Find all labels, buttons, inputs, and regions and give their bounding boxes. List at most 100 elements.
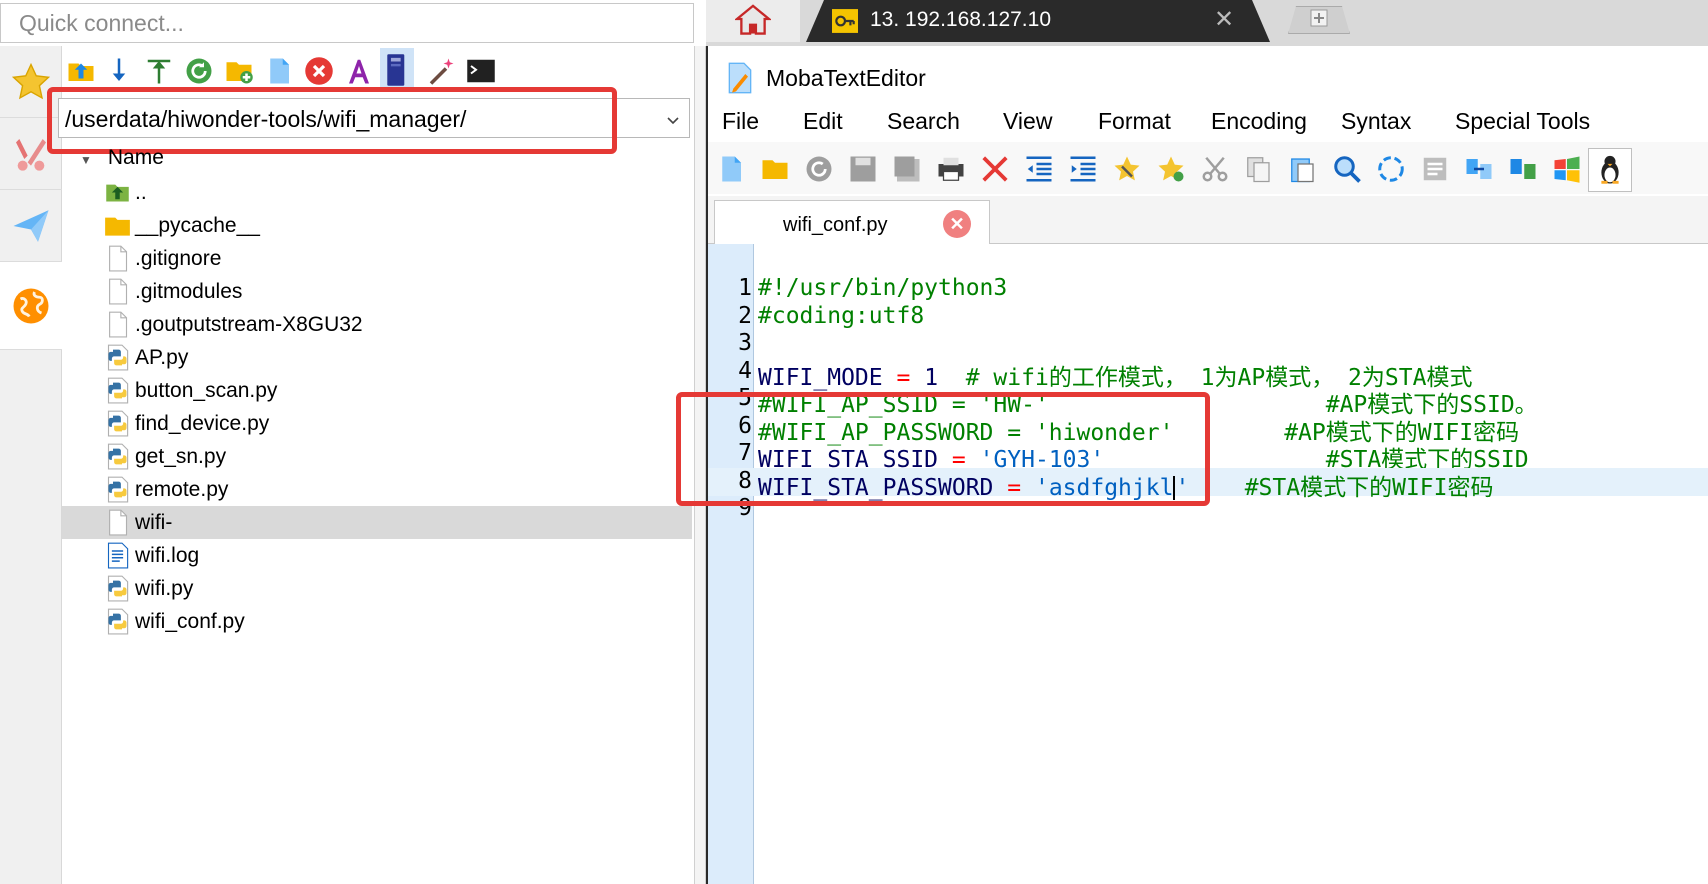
reload-icon[interactable] (802, 152, 836, 186)
python-file-icon (104, 377, 131, 404)
file-row[interactable]: .. (62, 176, 692, 209)
linux-line-endings-icon[interactable] (1588, 148, 1632, 192)
new-tab-button[interactable] (1288, 6, 1350, 34)
code-editor[interactable]: 1 #!/usr/bin/python3 2 #coding:utf8 3 4 WIFI_M… (708, 244, 1708, 884)
file-icon (104, 278, 131, 305)
name-column-label: Name (107, 146, 164, 169)
parent-folder-icon[interactable] (64, 54, 98, 88)
indent-icon[interactable] (1066, 152, 1100, 186)
file-row[interactable]: find_device.py (62, 407, 692, 440)
menu-search[interactable]: Search (887, 108, 960, 135)
code-line[interactable]: 1 #!/usr/bin/python3 (708, 275, 1708, 303)
print-icon[interactable] (934, 152, 968, 186)
folder-icon (104, 212, 131, 239)
code-line[interactable]: 2 #coding:utf8 (708, 303, 1708, 331)
menu-encoding[interactable]: Encoding (1211, 108, 1307, 135)
replace-icon[interactable] (1374, 152, 1408, 186)
collapse-caret-icon: ▼ (80, 153, 92, 167)
refresh-icon[interactable] (182, 54, 216, 88)
code-token: #coding:utf8 (758, 302, 925, 329)
merge-icon[interactable] (1506, 152, 1540, 186)
file-name: __pycache__ (135, 214, 260, 237)
file-row[interactable]: wifi.log (62, 539, 692, 572)
side-strip (0, 46, 62, 884)
compare-icon[interactable] (1462, 152, 1496, 186)
chevron-down-icon[interactable] (665, 107, 681, 134)
menu-view[interactable]: View (1003, 108, 1052, 135)
copy-icon[interactable] (1242, 152, 1276, 186)
python-file-icon (104, 608, 131, 635)
file-row[interactable]: .gitmodules (62, 275, 692, 308)
file-row[interactable]: get_sn.py (62, 440, 692, 473)
name-column-header[interactable]: ▼ Name (80, 146, 164, 170)
file-row[interactable]: AP.py (62, 341, 692, 374)
bookmark-clip-icon[interactable] (1110, 152, 1144, 186)
send-paper-plane-icon[interactable] (0, 190, 62, 262)
menu-syntax[interactable]: Syntax (1341, 108, 1411, 135)
file-name: wifi_conf.py (135, 610, 245, 633)
menu-edit[interactable]: Edit (803, 108, 843, 135)
file-icon (104, 311, 131, 338)
paste-icon[interactable] (1286, 152, 1320, 186)
python-file-icon (104, 410, 131, 437)
python-file-icon (104, 344, 131, 371)
bookmark-star-icon[interactable] (1154, 152, 1188, 186)
plus-icon (1310, 9, 1328, 32)
unindent-icon[interactable] (1022, 152, 1056, 186)
file-row[interactable]: button_scan.py (62, 374, 692, 407)
code-line[interactable]: 3 (708, 330, 1708, 358)
home-tab[interactable] (706, 0, 800, 42)
code-line[interactable]: 4 WIFI_MODE = 1 # wifi的工作模式， 1为AP模式， 2为ST… (708, 358, 1708, 391)
cut-icon[interactable] (1198, 152, 1232, 186)
file-row[interactable]: wifi_conf.py (62, 605, 692, 638)
magic-wand-icon[interactable] (424, 54, 458, 88)
file-row[interactable]: .gitignore (62, 242, 692, 275)
find-icon[interactable] (1330, 152, 1364, 186)
file-name: button_scan.py (135, 379, 278, 402)
file-name: get_sn.py (135, 445, 227, 468)
editor-app-icon (726, 62, 754, 99)
editor-toolbar (708, 142, 1708, 194)
file-name: wifi- (135, 511, 173, 534)
rename-icon[interactable] (342, 54, 376, 88)
download-icon[interactable] (102, 54, 136, 88)
menu-format[interactable]: Format (1098, 108, 1171, 135)
terminal-icon[interactable] (464, 54, 498, 88)
delete-icon[interactable] (302, 54, 336, 88)
save-icon[interactable] (846, 152, 880, 186)
file-row[interactable]: wifi.py (62, 572, 692, 605)
file-name: remote.py (135, 478, 229, 501)
ssh-session-tab[interactable]: 13. 192.168.127.10 ✕ (806, 0, 1270, 42)
close-document-icon[interactable] (978, 152, 1012, 186)
open-with-editor-icon[interactable] (380, 48, 414, 92)
sftp-globe-icon[interactable] (0, 262, 62, 350)
open-folder-icon[interactable] (758, 152, 792, 186)
python-file-icon (104, 476, 131, 503)
save-all-icon[interactable] (890, 152, 924, 186)
session-tab-title: 13. 192.168.127.10 (870, 8, 1052, 31)
windows-line-endings-icon[interactable] (1550, 152, 1584, 186)
file-row[interactable]: __pycache__ (62, 209, 692, 242)
line-number: 1 (738, 275, 752, 301)
close-tab-icon[interactable]: ✕ (1214, 5, 1234, 34)
file-row[interactable]: wifi- (62, 506, 692, 539)
new-folder-icon[interactable] (222, 54, 256, 88)
new-file-icon[interactable] (262, 54, 296, 88)
file-name: .goutputstream-X8GU32 (135, 313, 363, 336)
python-file-icon (104, 575, 131, 602)
goto-line-icon[interactable] (1418, 152, 1452, 186)
file-row[interactable]: remote.py (62, 473, 692, 506)
code-highlight-box (676, 392, 1210, 506)
upload-icon[interactable] (142, 54, 176, 88)
menu-file[interactable]: File (722, 108, 759, 135)
file-name: .gitignore (135, 247, 222, 270)
new-document-icon[interactable] (714, 152, 748, 186)
quick-connect-input[interactable]: Quick connect... (0, 3, 694, 43)
home-icon (733, 3, 773, 40)
close-document-tab-icon[interactable]: ✕ (943, 210, 971, 238)
file-row[interactable]: .goutputstream-X8GU32 (62, 308, 692, 341)
menu-special-tools[interactable]: Special Tools (1455, 108, 1590, 135)
document-tab-label: wifi_conf.py (783, 214, 888, 236)
parent-folder-icon (104, 179, 131, 206)
document-tab-wifi-conf[interactable]: wifi_conf.py ✕ (714, 200, 990, 244)
